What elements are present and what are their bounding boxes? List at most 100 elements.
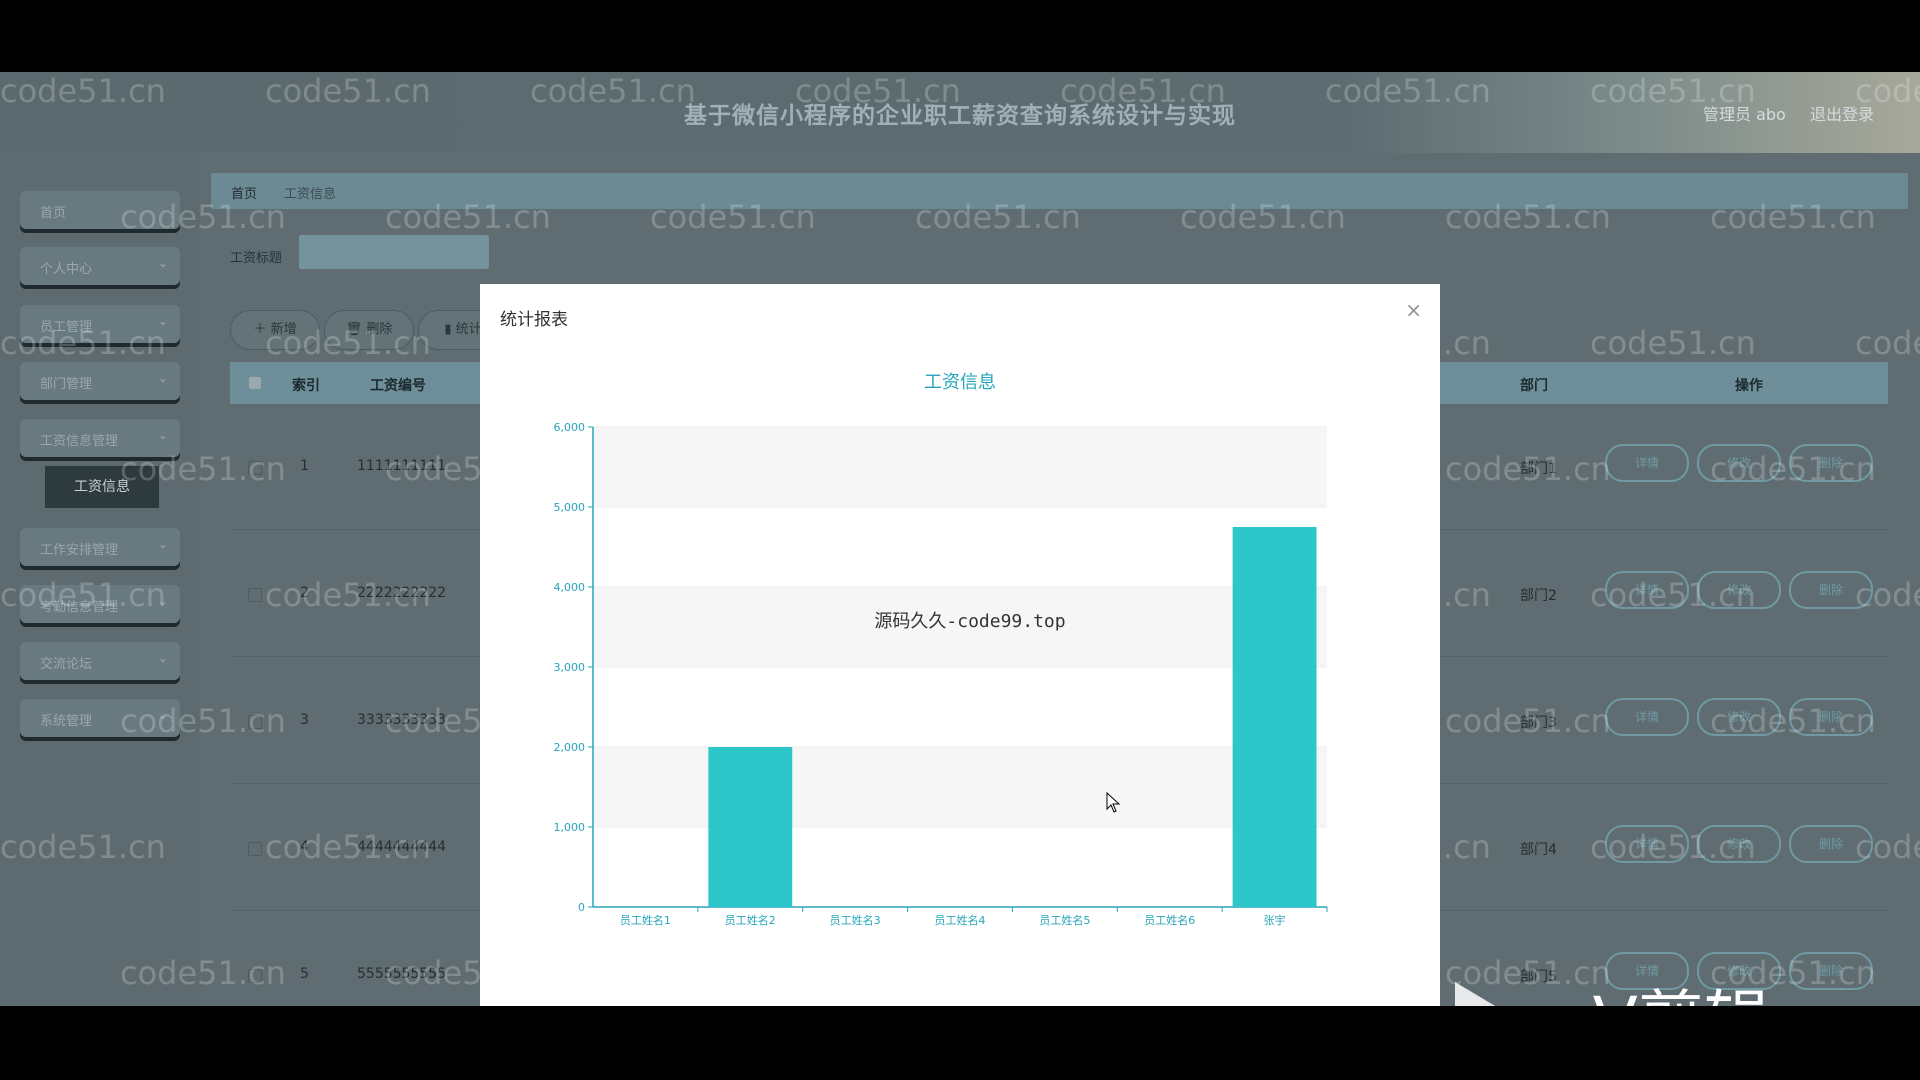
row-delete-button[interactable]: 删除 xyxy=(1789,825,1873,863)
cell-salary-no: 5555555555 xyxy=(357,966,447,982)
select-all-checkbox[interactable] xyxy=(249,377,261,389)
plus-icon: ＋ xyxy=(253,322,267,337)
bar xyxy=(708,747,793,907)
bar-chart-icon: ▮ xyxy=(444,322,452,337)
x-tick-label: 员工姓名2 xyxy=(725,913,776,927)
grid-band xyxy=(593,507,1327,587)
header-index: 索引 xyxy=(292,378,320,394)
detail-button[interactable]: 详情 xyxy=(1605,825,1689,863)
delete-button-label: 删除 xyxy=(366,322,393,337)
sidebar-item-forum[interactable]: 交流论坛 ⌄ xyxy=(20,642,180,680)
edit-button[interactable]: 修改 xyxy=(1697,444,1781,482)
edit-button[interactable]: 修改 xyxy=(1697,825,1781,863)
cell-dept: 部门1 xyxy=(1520,461,1557,477)
cell-dept: 部门5 xyxy=(1520,969,1557,985)
app-screen: 基于微信小程序的企业职工薪资查询系统设计与实现 管理员 abo 退出登录 首页 … xyxy=(0,72,1920,1006)
row-checkbox[interactable] xyxy=(248,969,262,983)
sidebar-item-employees[interactable]: 员工管理 ⌄ xyxy=(20,305,180,343)
x-tick-label: 员工姓名1 xyxy=(620,913,671,927)
admin-label: 管理员 abo xyxy=(1703,105,1786,124)
y-tick-label: 4,000 xyxy=(554,581,586,594)
stats-button-label: 统计 xyxy=(455,322,482,337)
app-title: 基于微信小程序的企业职工薪资查询系统设计与实现 xyxy=(684,103,1236,129)
sidebar-item-label: 工资信息管理 xyxy=(40,434,119,449)
detail-button[interactable]: 详情 xyxy=(1605,571,1689,609)
breadcrumb-home[interactable]: 首页 xyxy=(231,183,257,202)
top-header: 基于微信小程序的企业职工薪资查询系统设计与实现 管理员 abo 退出登录 xyxy=(0,72,1920,153)
cell-salary-no: 1111111111 xyxy=(357,458,447,474)
row-checkbox[interactable] xyxy=(248,715,262,729)
x-tick-label: 员工姓名6 xyxy=(1144,913,1195,927)
chevron-down-icon: ⌄ xyxy=(157,708,168,722)
sidebar-item-label: 工作安排管理 xyxy=(40,543,119,558)
y-tick-label: 5,000 xyxy=(554,501,586,514)
sidebar: 首页 个人中心 ⌄ 员工管理 ⌄ 部门管理 ⌄ 工资信息管理 ⌄ 工资信息 工作… xyxy=(0,153,200,1006)
y-tick-label: 2,000 xyxy=(554,741,586,754)
logout-link[interactable]: 退出登录 xyxy=(1810,101,1874,125)
sidebar-item-system[interactable]: 系统管理 ⌄ xyxy=(20,699,180,737)
header-dept: 部门 xyxy=(1520,378,1548,394)
row-checkbox[interactable] xyxy=(248,461,262,475)
mouse-cursor-icon xyxy=(1106,792,1121,813)
row-checkbox[interactable] xyxy=(248,588,262,602)
cell-dept: 部门2 xyxy=(1520,588,1557,604)
grid-band xyxy=(593,667,1327,747)
add-button[interactable]: ＋ 新增 xyxy=(230,310,320,350)
chevron-down-icon: ⌄ xyxy=(157,594,168,608)
sidebar-item-salary[interactable]: 工资信息管理 ⌄ xyxy=(20,419,180,457)
cell-salary-no: 4444444444 xyxy=(357,839,447,855)
chevron-down-icon: ⌄ xyxy=(157,314,168,328)
chevron-down-icon: ⌄ xyxy=(157,651,168,665)
sidebar-item-home[interactable]: 首页 xyxy=(20,191,180,229)
row-delete-button[interactable]: 删除 xyxy=(1789,571,1873,609)
grid-band xyxy=(593,747,1327,827)
bar-chart: 0 1,000 2,000 3,000 4,000 5,000 6,000 员工姓名1 员工姓名… xyxy=(554,421,1328,927)
stats-modal: 统计报表 × 工资信息 0 1,000 2,000 3,000 4,000 5,000 6,… xyxy=(480,284,1440,1006)
cell-dept: 部门4 xyxy=(1520,842,1557,858)
chevron-down-icon: ⌄ xyxy=(157,537,168,551)
cell-index: 4 xyxy=(300,839,309,855)
edit-button[interactable]: 修改 xyxy=(1697,698,1781,736)
submenu-salary-info[interactable]: 工资信息 xyxy=(45,466,159,508)
x-tick-label: 员工姓名5 xyxy=(1039,913,1090,927)
row-delete-button[interactable]: 删除 xyxy=(1789,952,1873,990)
sidebar-item-label: 考勤信息管理 xyxy=(40,600,119,615)
row-delete-button[interactable]: 删除 xyxy=(1789,698,1873,736)
chevron-down-icon: ⌄ xyxy=(157,428,168,442)
cell-index: 3 xyxy=(300,712,309,728)
y-tick-label: 0 xyxy=(578,901,585,914)
detail-button[interactable]: 详情 xyxy=(1605,952,1689,990)
search-input[interactable] xyxy=(299,235,489,269)
sidebar-item-label: 员工管理 xyxy=(40,320,93,335)
edit-button[interactable]: 修改 xyxy=(1697,571,1781,609)
x-tick-label: 员工姓名4 xyxy=(935,913,986,927)
row-delete-button[interactable]: 删除 xyxy=(1789,444,1873,482)
cell-salary-no: 3333333333 xyxy=(357,712,447,728)
detail-button[interactable]: 详情 xyxy=(1605,444,1689,482)
trash-icon: 🗑 xyxy=(345,322,363,337)
cell-salary-no: 2222222222 xyxy=(357,585,447,601)
add-button-label: 新增 xyxy=(270,322,297,337)
sidebar-item-profile[interactable]: 个人中心 ⌄ xyxy=(20,247,180,285)
y-tick-label: 6,000 xyxy=(554,421,586,434)
x-tick-label: 张宇 xyxy=(1264,914,1286,927)
y-tick-label: 1,000 xyxy=(554,821,586,834)
cell-index: 5 xyxy=(300,966,309,982)
cell-dept: 部门3 xyxy=(1520,715,1557,731)
breadcrumb-current: 工资信息 xyxy=(284,187,337,202)
row-checkbox[interactable] xyxy=(248,842,262,856)
sidebar-item-work-schedule[interactable]: 工作安排管理 ⌄ xyxy=(20,528,180,566)
x-tick-label: 员工姓名3 xyxy=(830,913,881,927)
edit-button[interactable]: 修改 xyxy=(1697,952,1781,990)
sidebar-item-label: 首页 xyxy=(40,206,67,221)
bar xyxy=(1232,527,1317,907)
sidebar-item-departments[interactable]: 部门管理 ⌄ xyxy=(20,362,180,400)
chevron-down-icon: ⌄ xyxy=(157,371,168,385)
search-label: 工资标题 xyxy=(230,251,283,266)
header-ops: 操作 xyxy=(1735,378,1763,394)
delete-button[interactable]: 🗑 删除 xyxy=(324,310,414,350)
sidebar-item-attendance[interactable]: 考勤信息管理 ⌄ xyxy=(20,585,180,623)
sidebar-item-label: 交流论坛 xyxy=(40,657,93,672)
detail-button[interactable]: 详情 xyxy=(1605,698,1689,736)
sidebar-item-label: 系统管理 xyxy=(40,714,93,729)
